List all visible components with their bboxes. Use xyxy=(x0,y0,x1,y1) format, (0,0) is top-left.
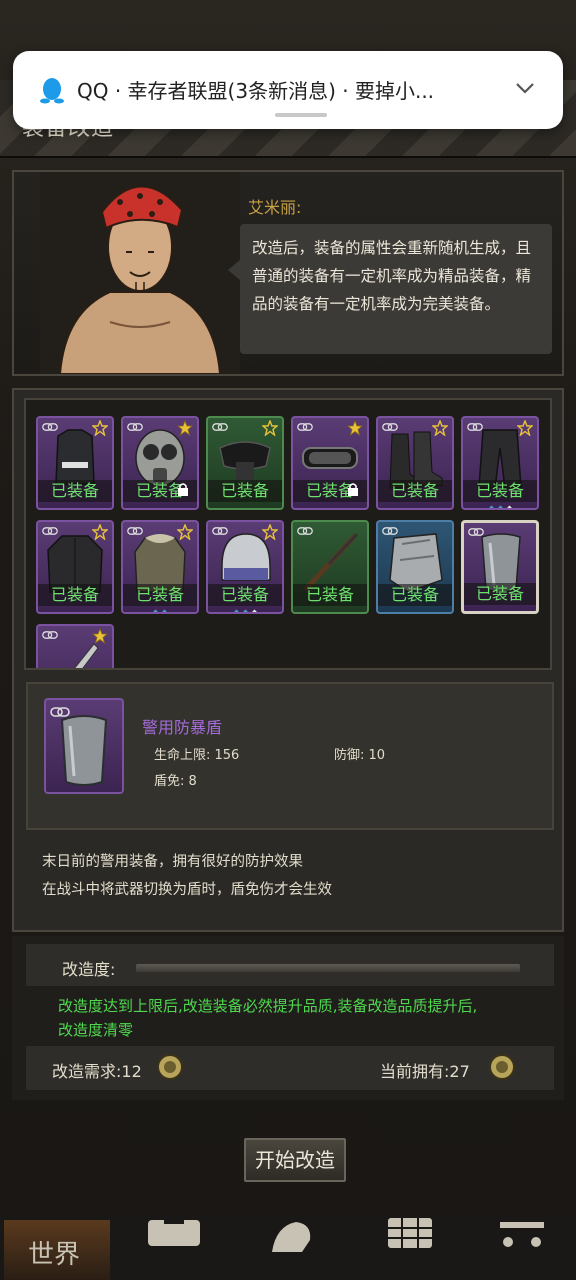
bottom-nav: 世界 xyxy=(0,1216,576,1280)
start-refine-button[interactable]: 开始改造 xyxy=(244,1138,346,1182)
profile-icon[interactable] xyxy=(262,1216,322,1252)
equipped-label: 已装备 xyxy=(378,480,452,502)
item-detail-panel: 警用防暴盾 生命上限: 156 防御: 10 盾免: 8 xyxy=(26,682,554,830)
chevron-down-icon[interactable] xyxy=(515,81,535,95)
description-line: 在战斗中将武器切换为盾时，盾免伤才会生效 xyxy=(42,882,332,898)
gem-row xyxy=(208,603,282,612)
stat-defense: 防御: 10 xyxy=(334,748,386,763)
cart-icon[interactable] xyxy=(496,1216,556,1252)
star-icon xyxy=(177,524,193,540)
inventory-slot-hunting-rifle[interactable]: 已装备 xyxy=(291,520,369,614)
npc-name: 艾米丽: xyxy=(248,198,302,217)
equipped-label: 已装备 xyxy=(464,583,536,605)
star-icon xyxy=(347,420,363,436)
inventory-grid[interactable]: 已装备 已装备 已装备 已装备 已装备 已装备 已装备 已装备 已装备 已装备 已装备 已装备 xyxy=(24,398,552,670)
inventory-frame: 已装备 已装备 已装备 已装备 已装备 已装备 已装备 已装备 已装备 已装备 已装备 已装备 警用防… xyxy=(12,388,564,932)
inventory-slot-riot-shield[interactable]: 已装备 xyxy=(461,520,539,614)
star-icon xyxy=(92,420,108,436)
gem-icon xyxy=(231,609,241,612)
stat-hp: 生命上限: 156 xyxy=(154,748,240,763)
npc-speech-bubble: 改造后，装备的属性会重新随机生成，且 普通的装备有一定机率成为精品装备，精 品的… xyxy=(228,224,552,354)
riot-shield-icon xyxy=(60,715,108,786)
description-line: 末日前的警用装备，拥有很好的防护效果 xyxy=(42,854,303,870)
inventory-slot-combat-boots[interactable]: 已装备 xyxy=(376,416,454,510)
gem-row xyxy=(123,603,197,612)
gem-icon xyxy=(504,505,514,508)
inventory-slot-fur-parka[interactable]: 已装备 xyxy=(121,520,199,614)
gem-icon xyxy=(240,609,250,612)
npc-portrait xyxy=(40,172,240,374)
refinement-progress-label: 改造度: xyxy=(62,960,116,979)
star-icon xyxy=(262,420,278,436)
equipped-label: 已装备 xyxy=(378,584,452,606)
nav-world-label: 世界 xyxy=(28,1240,81,1270)
gem-icon xyxy=(486,505,496,508)
inventory-slot-riot-helmet[interactable]: 已装备 xyxy=(206,520,284,614)
gem-icon xyxy=(159,609,170,612)
gem-row xyxy=(463,499,537,508)
qq-penguin-icon xyxy=(40,78,64,104)
inventory-slot-metal-shield[interactable]: 已装备 xyxy=(376,520,454,614)
refinement-note: 改造度达到上限后,改造装备必然提升品质,装备改造品质提升后,改造度清零 xyxy=(58,997,478,1039)
notification-text: QQ · 幸存者联盟(3条新消息) · 要掉小... xyxy=(77,79,435,103)
grid-icon[interactable] xyxy=(380,1216,440,1252)
refinement-progress-row: 改造度: xyxy=(26,944,554,986)
inventory-slot-tactical-goggles[interactable]: 已装备 xyxy=(206,416,284,510)
qq-notification[interactable]: QQ · 幸存者联盟(3条新消息) · 要掉小... xyxy=(13,51,563,129)
star-icon xyxy=(517,420,533,436)
speech-line: 品的装备有一定机率成为完美装备。 xyxy=(252,295,501,313)
star-icon xyxy=(177,420,193,436)
inventory-slot-gas-mask[interactable]: 已装备 xyxy=(121,416,199,510)
refinement-owned: 当前拥有:27 xyxy=(380,1062,470,1081)
refinement-cost-row: 改造需求:12 当前拥有:27 xyxy=(26,1046,554,1090)
equipped-label: 已装备 xyxy=(293,584,367,606)
stat-shield: 盾免: 8 xyxy=(154,774,197,789)
refinement-requirement: 改造需求:12 xyxy=(52,1062,142,1081)
lock-icon xyxy=(348,483,358,496)
item-description: 末日前的警用装备，拥有很好的防护效果 在战斗中将武器切换为盾时，盾免伤才会生效 xyxy=(26,830,554,922)
gem-icon xyxy=(249,609,259,612)
equipped-label: 已装备 xyxy=(38,480,112,502)
refinement-progress-bar xyxy=(136,964,520,972)
speech-line: 普通的装备有一定机率成为精品装备，精 xyxy=(252,267,532,285)
gem-icon xyxy=(495,505,505,508)
gear-coin-icon xyxy=(489,1054,515,1080)
npc-panel: 艾米丽: 改造后，装备的属性会重新随机生成，且 普通的装备有一定机率成为精品装备… xyxy=(12,170,564,376)
star-icon xyxy=(432,420,448,436)
star-icon xyxy=(92,524,108,540)
inventory-slot-cargo-pants[interactable]: 已装备 xyxy=(461,416,539,510)
gem-icon xyxy=(150,609,161,612)
notification-handle[interactable] xyxy=(275,113,327,117)
star-icon xyxy=(262,524,278,540)
lock-icon xyxy=(178,483,188,496)
equipped-label: 已装备 xyxy=(38,584,112,606)
gear-coin-icon xyxy=(157,1054,183,1080)
refinement-panel: 改造度: 改造度达到上限后,改造装备必然提升品质,装备改造品质提升后,改造度清零… xyxy=(12,936,564,1100)
nav-world-tab[interactable]: 世界 xyxy=(4,1220,110,1280)
star-icon xyxy=(92,628,108,644)
equipped-label: 已装备 xyxy=(208,480,282,502)
inventory-slot-police-vest[interactable]: 已装备 xyxy=(36,416,114,510)
detail-item-icon xyxy=(44,698,124,794)
speech-line: 改造后，装备的属性会重新随机生成，且 xyxy=(252,239,532,257)
backpack-icon[interactable] xyxy=(144,1216,204,1252)
inventory-slot-ski-goggles[interactable]: 已装备 xyxy=(291,416,369,510)
inventory-slot-leather-jacket[interactable]: 已装备 xyxy=(36,520,114,614)
inventory-slot-knife[interactable] xyxy=(36,624,114,668)
item-name: 警用防暴盾 xyxy=(142,718,223,737)
